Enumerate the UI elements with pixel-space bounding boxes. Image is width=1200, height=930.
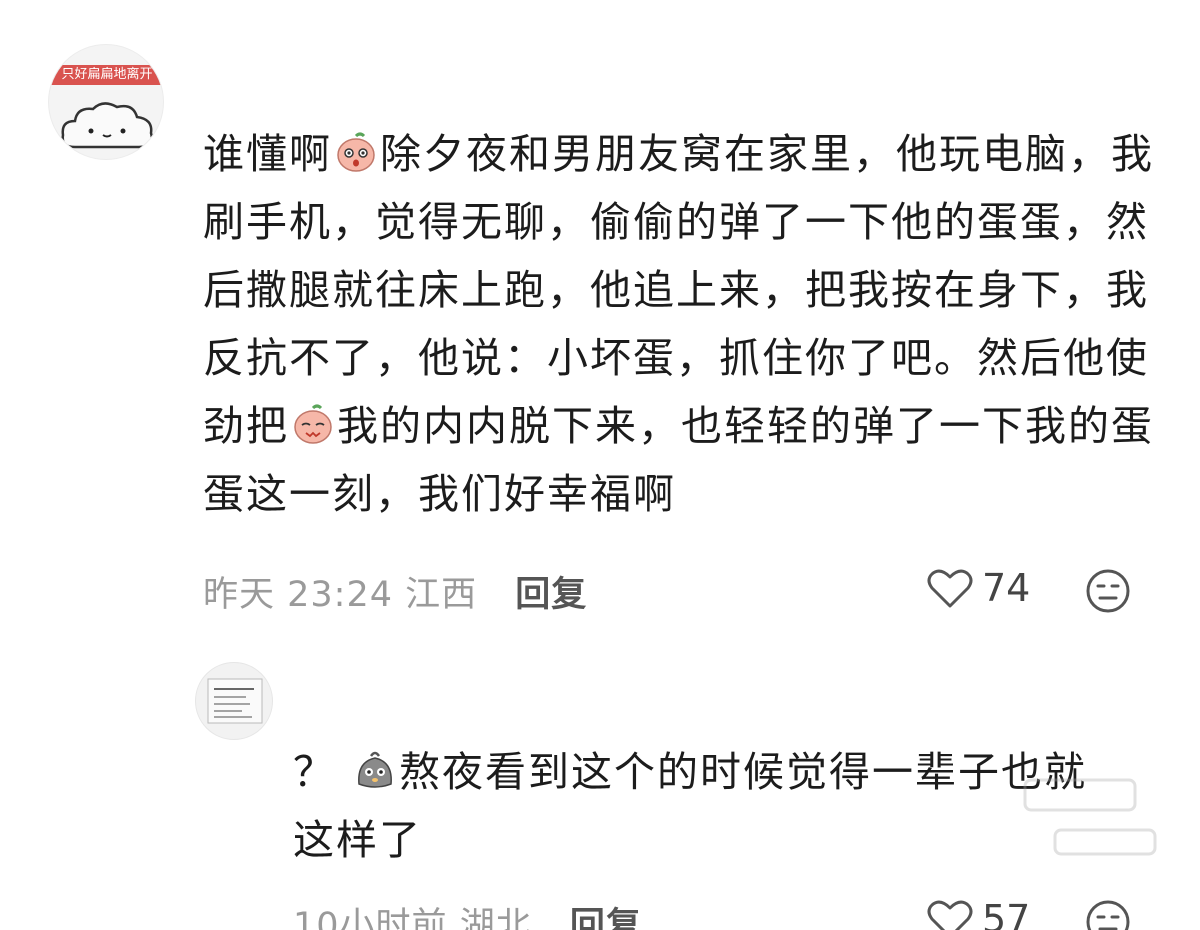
dislike-face-icon[interactable]	[1085, 568, 1131, 614]
reply-button[interactable]: 回复	[570, 906, 642, 930]
like-count: 74	[982, 566, 1031, 610]
avatar[interactable]	[195, 662, 273, 740]
reply-button[interactable]: 回复	[515, 575, 587, 615]
avatar[interactable]: 只好扁扁地离开	[48, 44, 164, 160]
comment-thread: 只好扁扁地离开 谁懂啊 除夕夜和男朋友窝在家里，他玩电脑，我刷手机，觉得无聊，偷…	[0, 0, 1200, 930]
comment-text-part: 熬夜看到这个的时候觉得一辈子也就这样了	[293, 748, 1088, 864]
heart-icon	[927, 569, 973, 608]
comment-text-part: ？	[293, 748, 336, 796]
watermark-icon	[1023, 778, 1157, 856]
peach-shy-emoji-icon	[294, 404, 332, 444]
timestamp: 昨天 23:24	[203, 575, 393, 615]
comment-text-part: 我的内内脱下来，也轻轻的弹了一下我的蛋蛋这一刻，我们好幸福啊	[203, 402, 1154, 518]
location: 湖北	[459, 906, 532, 930]
dislike-face-icon[interactable]	[1085, 899, 1131, 930]
comment-meta: 昨天 23:24 江西 回复	[203, 566, 587, 617]
like-count: 57	[982, 897, 1031, 930]
comment-text: 谁懂啊 除夕夜和男朋友窝在家里，他玩电脑，我刷手机，觉得无聊，偷偷的弹了一下他的…	[203, 120, 1163, 528]
comment-text: ？ 熬夜看到这个的时候觉得一辈子也就这样了	[293, 738, 1123, 874]
like-button[interactable]: 74	[926, 566, 1030, 610]
location: 江西	[405, 575, 478, 615]
comment-meta: 10小时前 湖北 回复	[293, 897, 642, 930]
avatar-banner: 只好扁扁地离开	[49, 65, 163, 85]
timestamp: 10小时前	[293, 906, 448, 930]
like-button[interactable]: 57	[926, 897, 1030, 930]
peach-blush-emoji-icon	[337, 132, 375, 172]
heart-icon	[927, 900, 973, 930]
comment-text-part: 谁懂啊	[203, 130, 332, 178]
grey-blob-emoji-icon	[358, 751, 392, 788]
cloud-face-icon	[61, 102, 153, 149]
note-sketch-icon	[207, 678, 263, 724]
